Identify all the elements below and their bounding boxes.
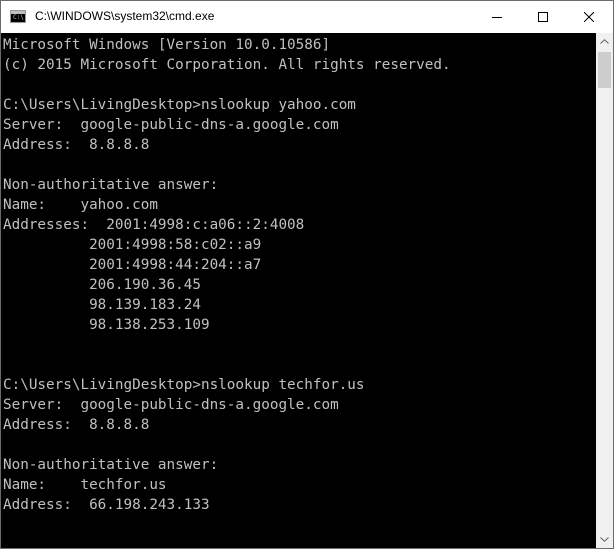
console-line: C:\Users\LivingDesktop>nslookup yahoo.co… — [3, 97, 356, 113]
scroll-down-arrow-icon — [600, 537, 609, 542]
console-line: Name: yahoo.com — [3, 197, 158, 213]
console-window: C:\ C:\WINDOWS\system32\cmd.exe Microsof… — [0, 0, 614, 549]
scroll-up-button[interactable] — [596, 33, 613, 50]
console-line: 2001:4998:44:204::a7 — [3, 257, 262, 273]
console-icon[interactable]: C:\ — [10, 10, 26, 23]
console-line: Server: google-public-dns-a.google.com — [3, 117, 339, 133]
console-line: Address: 66.198.243.133 — [3, 497, 210, 513]
console-line: Name: techfor.us — [3, 477, 167, 493]
maximize-icon — [538, 12, 548, 22]
console-line: (c) 2015 Microsoft Corporation. All righ… — [3, 57, 451, 73]
console-line: Non-authoritative answer: — [3, 457, 219, 473]
close-icon — [584, 12, 594, 22]
scrollbar-thumb[interactable] — [598, 52, 611, 88]
console-icon-glyph: C:\ — [13, 14, 24, 21]
console-line: Microsoft Windows [Version 10.0.10586] — [3, 37, 331, 53]
console-output[interactable]: Microsoft Windows [Version 10.0.10586] (… — [1, 33, 596, 548]
scroll-down-button[interactable] — [596, 531, 613, 548]
console-line: Server: google-public-dns-a.google.com — [3, 397, 339, 413]
console-line: 206.190.36.45 — [3, 277, 201, 293]
console-line: 2001:4998:58:c02::a9 — [3, 237, 262, 253]
maximize-button[interactable] — [520, 1, 566, 33]
console-line: Address: 8.8.8.8 — [3, 137, 150, 153]
console-line: Non-authoritative answer: — [3, 177, 219, 193]
scroll-up-arrow-icon — [600, 39, 609, 44]
vertical-scrollbar[interactable] — [596, 33, 613, 548]
console-line: 98.138.253.109 — [3, 317, 210, 333]
console-line: Addresses: 2001:4998:c:a06::2:4008 — [3, 217, 305, 233]
close-button[interactable] — [566, 1, 612, 33]
title-bar[interactable]: C:\ C:\WINDOWS\system32\cmd.exe — [1, 1, 613, 33]
minimize-button[interactable] — [474, 1, 520, 33]
console-line: Address: 8.8.8.8 — [3, 417, 150, 433]
console-line: 98.139.183.24 — [3, 297, 201, 313]
console-line: C:\Users\LivingDesktop>nslookup techfor.… — [3, 377, 365, 393]
window-title: C:\WINDOWS\system32\cmd.exe — [35, 9, 215, 23]
minimize-icon — [492, 17, 502, 18]
